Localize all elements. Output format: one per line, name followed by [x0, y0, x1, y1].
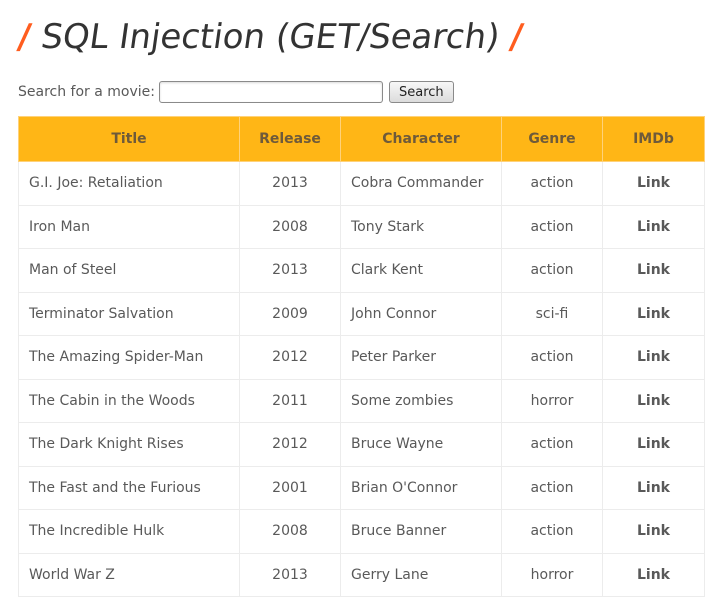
movies-table: Title Release Character Genre IMDb G.I. … — [18, 116, 705, 597]
character-cell: Tony Stark — [340, 204, 502, 249]
movie-title-cell: Terminator Salvation — [18, 291, 240, 336]
imdb-link[interactable]: Link — [637, 306, 670, 322]
genre-cell: action — [501, 465, 603, 510]
imdb-cell: Link — [602, 465, 705, 510]
imdb-cell: Link — [602, 335, 705, 380]
genre-cell: horror — [501, 378, 603, 423]
genre-cell: action — [501, 509, 603, 554]
table-row: Iron Man 2008 Tony Stark action Link — [18, 204, 705, 249]
release-year-cell: 2008 — [239, 509, 341, 554]
imdb-cell: Link — [602, 248, 705, 293]
column-header-genre: Genre — [501, 116, 603, 162]
movie-title-cell: The Amazing Spider-Man — [18, 335, 240, 380]
table-row: The Amazing Spider-Man 2012 Peter Parker ac… — [18, 335, 705, 380]
search-form: Search for a movie: Search — [18, 80, 454, 104]
table-header-row: Title Release Character Genre IMDb — [18, 116, 705, 162]
search-button[interactable]: Search — [389, 81, 454, 103]
imdb-link[interactable]: Link — [637, 219, 670, 235]
table-row: G.I. Joe: Retaliation 2013 Cobra Commander… — [18, 161, 705, 206]
character-cell: Bruce Wayne — [340, 422, 502, 467]
release-year-cell: 2012 — [239, 335, 341, 380]
character-cell: Cobra Commander — [340, 161, 502, 206]
table-row: Man of Steel 2013 Clark Kent action Link — [18, 248, 705, 293]
genre-cell: sci-fi — [501, 291, 603, 336]
table-row: The Incredible Hulk 2008 Bruce Banner actio… — [18, 509, 705, 554]
title-slash-right: / — [507, 17, 526, 57]
character-cell: Gerry Lane — [340, 552, 502, 597]
imdb-link[interactable]: Link — [637, 262, 670, 278]
column-header-title: Title — [18, 116, 240, 162]
table-row: The Fast and the Furious 2001 Brian O'Conn… — [18, 465, 705, 510]
table-row: Terminator Salvation 2009 John Connor sci-f… — [18, 291, 705, 336]
release-year-cell: 2013 — [239, 161, 341, 206]
column-header-character: Character — [340, 116, 502, 162]
release-year-cell: 2009 — [239, 291, 341, 336]
imdb-link[interactable]: Link — [637, 349, 670, 365]
table-row: World War Z 2013 Gerry Lane horror Link — [18, 552, 705, 597]
character-cell: Brian O'Connor — [340, 465, 502, 510]
imdb-link[interactable]: Link — [637, 175, 670, 191]
movie-title-cell: World War Z — [18, 552, 240, 597]
search-input[interactable] — [159, 81, 383, 103]
table-body: G.I. Joe: Retaliation 2013 Cobra Commander… — [18, 161, 705, 597]
release-year-cell: 2011 — [239, 378, 341, 423]
imdb-cell: Link — [602, 291, 705, 336]
genre-cell: horror — [501, 552, 603, 597]
movie-title-cell: G.I. Joe: Retaliation — [18, 161, 240, 206]
imdb-cell: Link — [602, 422, 705, 467]
genre-cell: action — [501, 335, 603, 380]
movie-title-cell: The Cabin in the Woods — [18, 378, 240, 423]
character-cell: Bruce Banner — [340, 509, 502, 554]
genre-cell: action — [501, 422, 603, 467]
imdb-cell: Link — [602, 161, 705, 206]
title-slash-left: / — [15, 17, 34, 57]
character-cell: John Connor — [340, 291, 502, 336]
genre-cell: action — [501, 204, 603, 249]
column-header-imdb: IMDb — [602, 116, 705, 162]
imdb-link[interactable]: Link — [637, 523, 670, 539]
imdb-link[interactable]: Link — [637, 436, 670, 452]
column-header-release: Release — [239, 116, 341, 162]
movie-title-cell: The Dark Knight Rises — [18, 422, 240, 467]
imdb-cell: Link — [602, 204, 705, 249]
movie-title-cell: The Incredible Hulk — [18, 509, 240, 554]
imdb-cell: Link — [602, 378, 705, 423]
movie-title-cell: Man of Steel — [18, 248, 240, 293]
genre-cell: action — [501, 161, 603, 206]
page-title-text: SQL Injection (GET/Search) — [38, 17, 503, 57]
release-year-cell: 2013 — [239, 248, 341, 293]
character-cell: Peter Parker — [340, 335, 502, 380]
release-year-cell: 2012 — [239, 422, 341, 467]
release-year-cell: 2013 — [239, 552, 341, 597]
page-title: / SQL Injection (GET/Search) / — [14, 12, 526, 64]
movie-title-cell: Iron Man — [18, 204, 240, 249]
imdb-cell: Link — [602, 509, 705, 554]
imdb-link[interactable]: Link — [637, 393, 670, 409]
search-label: Search for a movie: — [18, 84, 155, 100]
imdb-link[interactable]: Link — [637, 567, 670, 583]
movie-title-cell: The Fast and the Furious — [18, 465, 240, 510]
imdb-cell: Link — [602, 552, 705, 597]
character-cell: Some zombies — [340, 378, 502, 423]
release-year-cell: 2001 — [239, 465, 341, 510]
imdb-link[interactable]: Link — [637, 480, 670, 496]
release-year-cell: 2008 — [239, 204, 341, 249]
genre-cell: action — [501, 248, 603, 293]
character-cell: Clark Kent — [340, 248, 502, 293]
table-row: The Dark Knight Rises 2012 Bruce Wayne acti… — [18, 422, 705, 467]
table-row: The Cabin in the Woods 2011 Some zombies ho… — [18, 378, 705, 423]
